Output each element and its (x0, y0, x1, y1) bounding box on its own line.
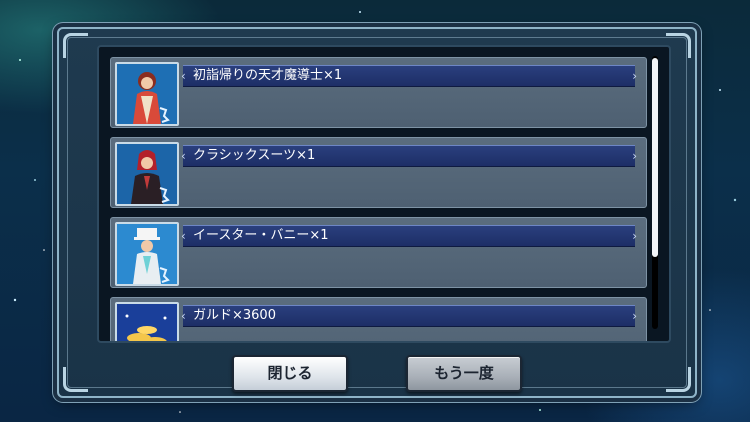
reward-item[interactable]: ‹ イースター・バニー×1 › (110, 217, 647, 288)
gald-coins-icon (115, 302, 179, 341)
reward-name-bar: ‹ ガルド×3600 › (181, 305, 637, 327)
chevron-left-icon: ‹ (181, 149, 186, 163)
character-kimono-portrait-icon (115, 62, 179, 126)
character-suit-portrait-icon (115, 142, 179, 206)
reward-name-bar: ‹ イースター・バニー×1 › (181, 225, 637, 247)
chevron-right-icon: › (632, 229, 637, 243)
reward-item[interactable]: ‹ 初詣帰りの天才魔導士×1 › (110, 57, 647, 128)
chevron-right-icon: › (632, 69, 637, 83)
chevron-right-icon: › (632, 149, 637, 163)
frame-corner-ornament (63, 367, 88, 392)
chevron-right-icon: › (632, 309, 637, 323)
reward-list-panel[interactable]: ‹ 初詣帰りの天才魔導士×1 › ‹ クラシックスーツ×1 › ‹ イースター・… (97, 45, 671, 343)
frame-corner-ornament (666, 367, 691, 392)
chevron-left-icon: ‹ (181, 309, 186, 323)
list-scrollbar[interactable] (652, 56, 658, 329)
reward-name-bar: ‹ 初詣帰りの天才魔導士×1 › (181, 65, 637, 87)
frame-corner-ornament (63, 33, 88, 58)
scrollbar-thumb[interactable] (652, 58, 658, 257)
reward-item[interactable]: ‹ ガルド×3600 › (110, 297, 647, 341)
reward-name: クラシックスーツ×1 (193, 148, 316, 163)
draw-again-button[interactable]: もう一度 (406, 355, 522, 392)
reward-name: 初詣帰りの天才魔導士×1 (193, 68, 343, 83)
reward-name-bar: ‹ クラシックスーツ×1 › (181, 145, 637, 167)
reward-name: イースター・バニー×1 (193, 228, 329, 243)
character-bunny-portrait-icon (115, 222, 179, 286)
chevron-left-icon: ‹ (181, 229, 186, 243)
chevron-left-icon: ‹ (181, 69, 186, 83)
reward-name: ガルド×3600 (193, 308, 276, 323)
reward-item[interactable]: ‹ クラシックスーツ×1 › (110, 137, 647, 208)
reward-list: ‹ 初詣帰りの天才魔導士×1 › ‹ クラシックスーツ×1 › ‹ イースター・… (110, 57, 647, 341)
close-button[interactable]: 閉じる (232, 355, 348, 392)
